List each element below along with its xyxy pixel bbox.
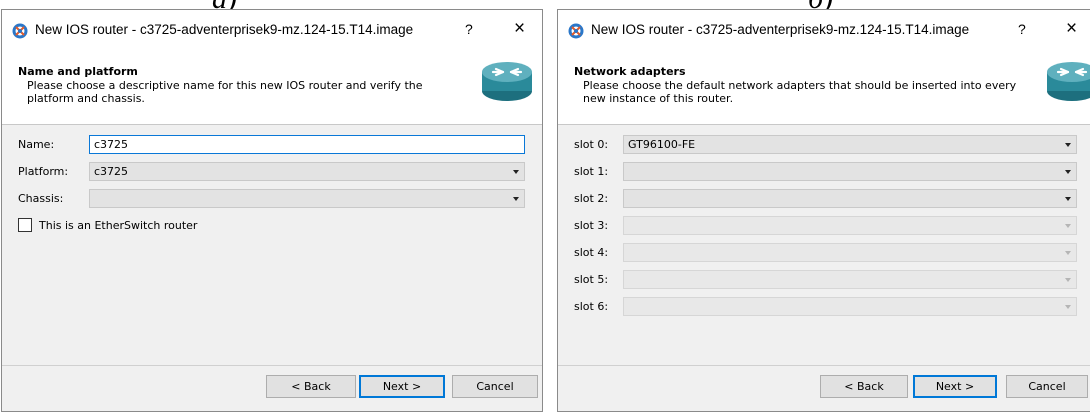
page-description-line: Please choose the default network adapte… — [583, 79, 1017, 92]
etherswitch-label: This is an EtherSwitch router — [39, 219, 198, 232]
etherswitch-row: This is an EtherSwitch router — [2, 217, 542, 237]
help-button[interactable]: ? — [465, 21, 473, 37]
window-title: New IOS router - c3725-adventerprisek9-m… — [35, 22, 414, 37]
slot-label: slot 5: — [574, 273, 609, 286]
back-button[interactable]: < Back — [820, 375, 908, 398]
slot-label: slot 6: — [574, 300, 609, 313]
slot-5-select — [623, 270, 1077, 289]
close-button[interactable]: × — [514, 18, 525, 40]
chevron-down-icon — [1065, 305, 1071, 309]
slot-label: slot 1: — [574, 165, 609, 178]
page-description-line: Please choose a descriptive name for thi… — [27, 79, 423, 92]
name-input-value: c3725 — [94, 138, 129, 151]
platform-row: Platform: c3725 — [2, 162, 542, 182]
close-button[interactable]: × — [1066, 18, 1077, 40]
slot-label: slot 4: — [574, 246, 609, 259]
chevron-down-icon — [513, 197, 519, 201]
chassis-row: Chassis: — [2, 189, 542, 209]
window-title: New IOS router - c3725-adventerprisek9-m… — [591, 22, 970, 37]
next-button[interactable]: Next > — [359, 375, 445, 398]
gns3-app-icon — [568, 23, 584, 39]
slot-row: slot 2: — [558, 189, 1090, 209]
page-description: Please choose a descriptive name for thi… — [27, 79, 423, 105]
wizard-header: Name and platform Please choose a descri… — [2, 50, 542, 125]
platform-label: Platform: — [18, 165, 69, 178]
router-icon — [1047, 62, 1090, 101]
slot-row: slot 4: — [558, 243, 1090, 263]
next-button[interactable]: Next > — [913, 375, 997, 398]
platform-select-value: c3725 — [94, 165, 129, 178]
slot-2-select[interactable] — [623, 189, 1077, 208]
slot-value: GT96100-FE — [628, 138, 696, 151]
slot-row: slot 5: — [558, 270, 1090, 290]
chassis-label: Chassis: — [18, 192, 64, 205]
slot-label: slot 3: — [574, 219, 609, 232]
chevron-down-icon — [1065, 251, 1071, 255]
chevron-down-icon — [1065, 143, 1071, 147]
slot-row: slot 1: — [558, 162, 1090, 182]
slot-label: slot 0: — [574, 138, 609, 151]
chevron-down-icon — [1065, 197, 1071, 201]
slot-4-select — [623, 243, 1077, 262]
dialog-name-and-platform: New IOS router - c3725-adventerprisek9-m… — [1, 9, 543, 412]
cancel-button[interactable]: Cancel — [1006, 375, 1088, 398]
page-description-line: new instance of this router. — [583, 92, 734, 105]
slot-1-select[interactable] — [623, 162, 1077, 181]
etherswitch-checkbox[interactable] — [18, 218, 32, 232]
slot-3-select — [623, 216, 1077, 235]
slot-row: slot 3: — [558, 216, 1090, 236]
slot-6-select — [623, 297, 1077, 316]
name-row: Name: c3725 — [2, 135, 542, 155]
cancel-button[interactable]: Cancel — [452, 375, 538, 398]
wizard-header: Network adapters Please choose the defau… — [558, 50, 1090, 125]
title-bar: New IOS router - c3725-adventerprisek9-m… — [2, 10, 542, 50]
chevron-down-icon — [1065, 224, 1071, 228]
slot-0-select[interactable]: GT96100-FE — [623, 135, 1077, 154]
chassis-select[interactable] — [89, 189, 525, 208]
slot-label: slot 2: — [574, 192, 609, 205]
page-description: Please choose the default network adapte… — [583, 79, 1016, 105]
slot-row: slot 0: GT96100-FE — [558, 135, 1090, 155]
chevron-down-icon — [1065, 278, 1071, 282]
slot-row: slot 6: — [558, 297, 1090, 317]
help-button[interactable]: ? — [1018, 21, 1026, 37]
name-input[interactable]: c3725 — [89, 135, 525, 154]
page-title: Network adapters — [574, 65, 686, 78]
title-bar: New IOS router - c3725-adventerprisek9-m… — [558, 10, 1090, 50]
back-button[interactable]: < Back — [266, 375, 356, 398]
name-label: Name: — [18, 138, 55, 151]
page-description-line: platform and chassis. — [27, 92, 145, 105]
page-title: Name and platform — [18, 65, 138, 78]
router-icon — [482, 62, 532, 101]
button-bar: < Back Next > Cancel — [558, 365, 1090, 411]
platform-select[interactable]: c3725 — [89, 162, 525, 181]
button-bar: < Back Next > Cancel — [2, 365, 542, 411]
dialog-network-adapters: New IOS router - c3725-adventerprisek9-m… — [557, 9, 1090, 412]
gns3-app-icon — [12, 23, 28, 39]
chevron-down-icon — [1065, 170, 1071, 174]
chevron-down-icon — [513, 170, 519, 174]
